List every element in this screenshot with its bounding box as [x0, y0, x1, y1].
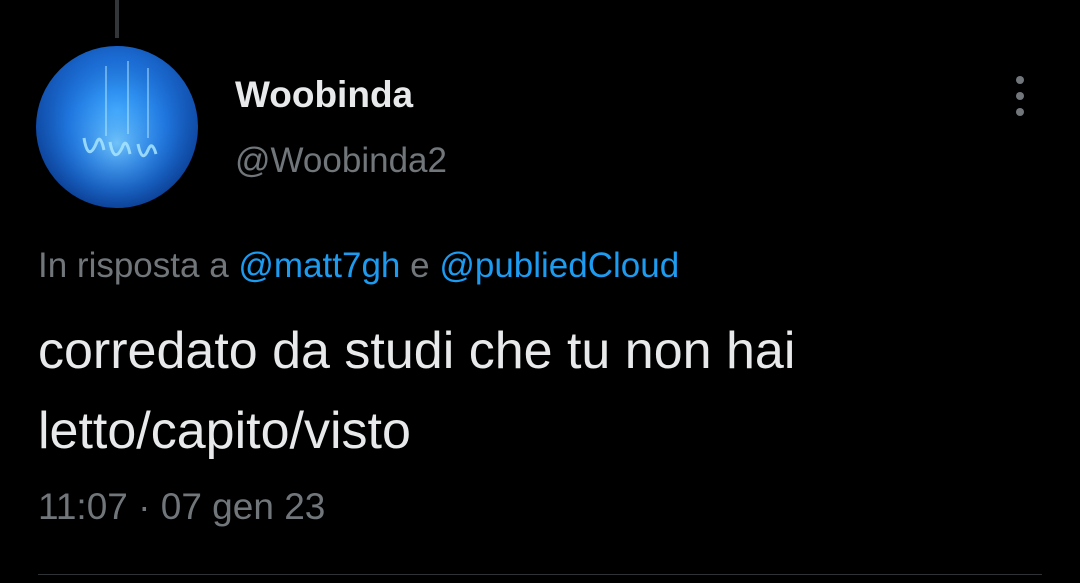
reply-prefix: In risposta a	[38, 246, 229, 285]
tweet-text-line: corredato da studi che tu non hai	[38, 322, 796, 380]
mention-link[interactable]: @publiedCloud	[439, 246, 679, 285]
more-vertical-icon-dot	[1016, 108, 1024, 116]
tweet-time: 11:07	[38, 486, 128, 527]
more-vertical-icon	[1016, 76, 1024, 84]
tweet-date: 07 gen 23	[160, 486, 326, 527]
author-handle[interactable]: @Woobinda2	[235, 141, 447, 181]
more-options-button[interactable]	[1004, 72, 1036, 120]
more-vertical-icon-dot	[1016, 92, 1024, 100]
avatar[interactable]	[36, 46, 198, 208]
avatar-image	[36, 46, 198, 208]
reply-conjunction: e	[410, 246, 430, 285]
author-display-name[interactable]: Woobinda	[235, 74, 413, 116]
mention-link[interactable]: @matt7gh	[238, 246, 400, 285]
tweet-timestamp[interactable]: 11:07 · 07 gen 23	[38, 486, 325, 528]
reply-context: In risposta a @matt7gh e @publiedCloud	[38, 246, 679, 286]
tweet-text-line: letto/capito/visto	[38, 402, 411, 460]
thread-connector-line	[115, 0, 119, 38]
tweet-body: corredato da studi che tu non hai letto/…	[38, 311, 1048, 471]
timestamp-separator: ·	[138, 486, 151, 527]
divider	[38, 574, 1042, 575]
